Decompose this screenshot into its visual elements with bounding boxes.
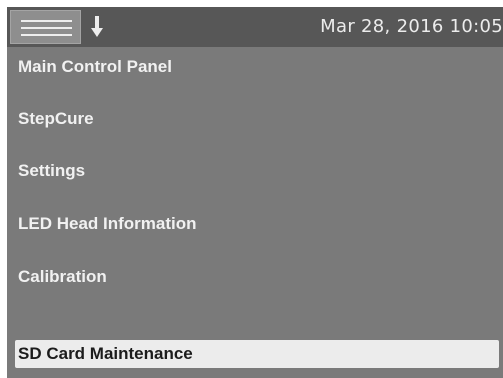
datetime-display: Mar 28, 2016 10:05 [320,16,503,37]
menu-item-main-control-panel[interactable]: Main Control Panel [7,47,503,87]
menu-item-led-head-information[interactable]: LED Head Information [7,204,503,244]
menu-item-calibration[interactable]: Calibration [7,257,503,297]
menu-item-settings[interactable]: Settings [7,151,503,191]
menu-line [21,34,72,36]
menu-item-stepcure[interactable]: StepCure [7,99,503,139]
hamburger-menu-icon[interactable] [10,10,81,44]
top-bar: Mar 28, 2016 10:05 [7,7,503,47]
arrow-down-icon[interactable] [90,16,104,38]
menu-line [21,20,72,22]
device-screen: Mar 28, 2016 10:05 Main Control Panel St… [7,7,503,378]
menu-line [21,27,72,29]
menu-item-sd-card-maintenance[interactable]: SD Card Maintenance [15,340,499,368]
